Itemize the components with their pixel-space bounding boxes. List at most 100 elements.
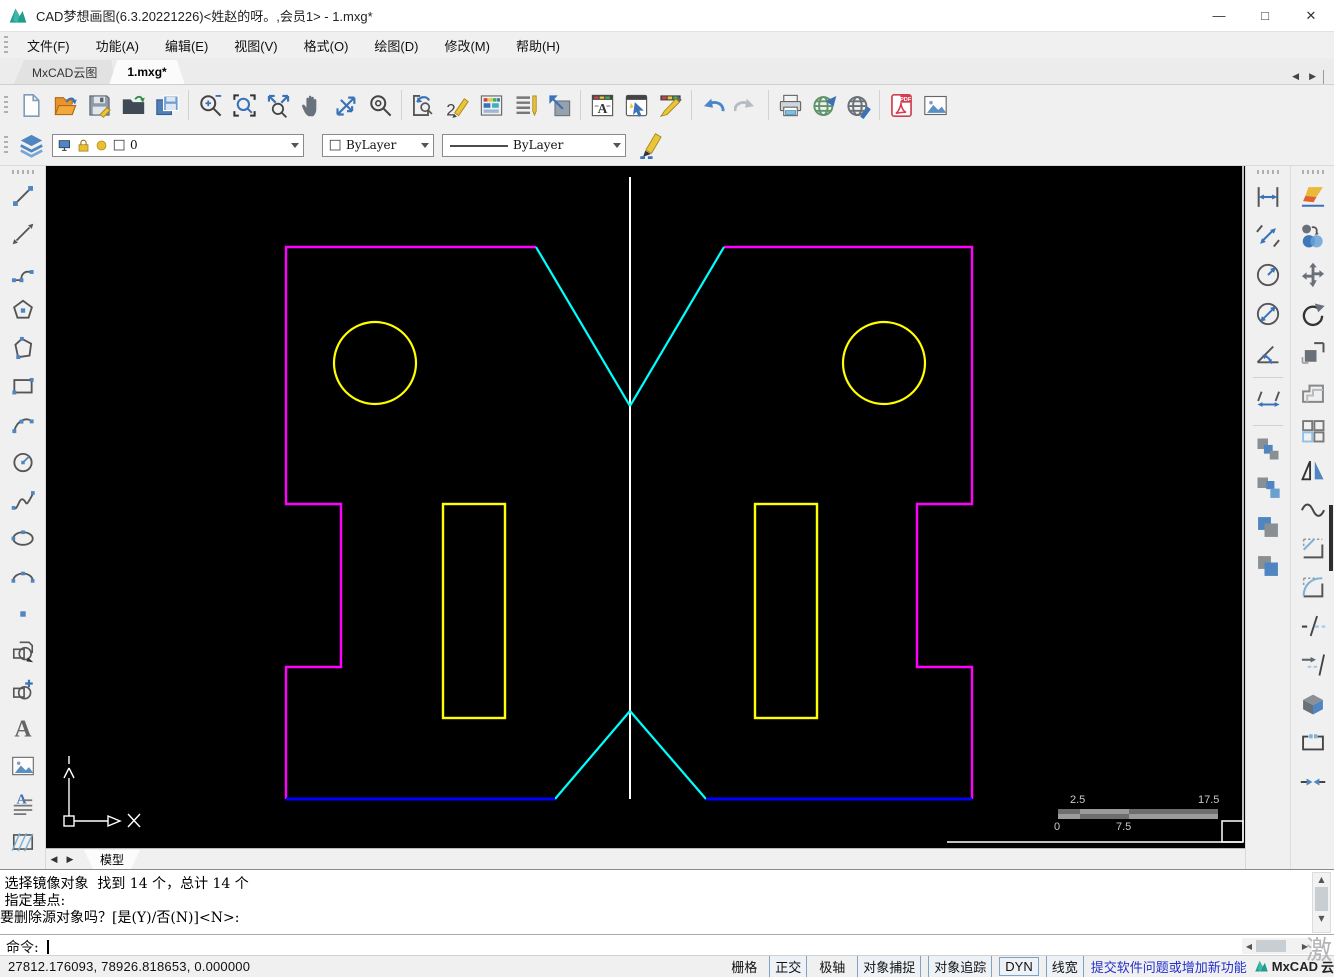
raster-image-button[interactable]	[7, 750, 39, 782]
spline-tool-button[interactable]	[7, 484, 39, 516]
scale-button[interactable]	[1296, 336, 1330, 369]
command-input-scrollbar[interactable]: ◀ ▶	[1242, 938, 1312, 954]
linetype-select[interactable]: ByLayer	[442, 133, 626, 157]
join-button[interactable]	[1296, 765, 1330, 798]
text-style-button[interactable]	[585, 88, 619, 122]
match-properties-button[interactable]	[653, 88, 687, 122]
dim-linear-button[interactable]	[1251, 180, 1285, 213]
command-panel[interactable]: 选择镜像对象 找到 14 个，总计 14 个 指定基点: 要删除源对象吗？[是(…	[0, 869, 1334, 966]
fillet-button[interactable]	[1296, 570, 1330, 603]
cad-entity-right-slot-rect[interactable]	[753, 502, 819, 720]
polygon-irregular-tool-button[interactable]	[7, 332, 39, 364]
toggle-otrack[interactable]: 对象追踪	[928, 956, 993, 977]
dim-continue-button[interactable]	[1251, 384, 1285, 417]
layout-scroll-left-icon[interactable]: ◀	[46, 850, 62, 868]
command-input-line[interactable]: 命令:	[0, 934, 1334, 956]
scroll-down-icon[interactable]: ▼	[1313, 912, 1330, 925]
toolbar-drag-handle[interactable]	[4, 96, 8, 114]
multiline-text-button[interactable]	[7, 788, 39, 820]
mirror-button[interactable]	[1296, 453, 1330, 486]
cad-entity-frame-corner-box[interactable]	[1221, 820, 1244, 843]
new-file-button[interactable]	[14, 88, 48, 122]
array-button[interactable]	[1296, 414, 1330, 447]
polyline-tool-button[interactable]	[7, 256, 39, 288]
construction-line-tool-button[interactable]	[7, 218, 39, 250]
trim-button[interactable]	[1296, 609, 1330, 642]
model-tab[interactable]: 模型	[84, 850, 140, 869]
cad-entity-left-bottom-chamfer[interactable]	[554, 710, 631, 800]
line-tool-button[interactable]	[7, 180, 39, 212]
cad-entity-right-bottom-chamfer[interactable]	[629, 710, 707, 800]
right-panel-scrollbar-thumb[interactable]	[1329, 505, 1333, 571]
copy-button[interactable]	[1296, 219, 1330, 252]
redo-button[interactable]	[730, 88, 764, 122]
save-as-button[interactable]	[150, 88, 184, 122]
cad-entity-left-slot-rect[interactable]	[441, 502, 507, 720]
create-block-button[interactable]	[7, 674, 39, 706]
zoom-dynamic-button[interactable]	[329, 88, 363, 122]
scrollbar-thumb[interactable]	[1256, 940, 1286, 952]
color-palette-button[interactable]	[474, 88, 508, 122]
tab-scroll-left-icon[interactable]: ◀	[1289, 69, 1302, 84]
toggle-lineweight[interactable]: 线宽	[1045, 956, 1084, 977]
break-button[interactable]	[1296, 726, 1330, 759]
web-upload-button[interactable]	[841, 88, 875, 122]
menu-modify[interactable]: 修改(M)	[431, 33, 503, 58]
rectangle-tool-button[interactable]	[7, 370, 39, 402]
zoom-window-button[interactable]	[227, 88, 261, 122]
feedback-link[interactable]: 提交软件问题或增加新功能	[1091, 957, 1247, 976]
zoom-in-out-button[interactable]	[193, 88, 227, 122]
save-button[interactable]	[82, 88, 116, 122]
export-image-button[interactable]	[918, 88, 952, 122]
open-cloud-drawing-button[interactable]	[48, 88, 82, 122]
point-tool-button[interactable]	[7, 598, 39, 630]
pan-button[interactable]	[295, 88, 329, 122]
linetype-manager-button[interactable]	[508, 88, 542, 122]
chamfer-button[interactable]	[1296, 531, 1330, 564]
draw-order-below-button[interactable]	[1251, 549, 1285, 582]
move-button[interactable]	[1296, 258, 1330, 291]
chevron-down-icon[interactable]	[613, 142, 621, 148]
view-previous-button[interactable]	[406, 88, 440, 122]
propsbar-drag-handle[interactable]	[4, 136, 8, 154]
maximize-button[interactable]: □	[1242, 0, 1288, 31]
draw-order-above-button[interactable]	[1251, 510, 1285, 543]
layer-select[interactable]: 0	[52, 133, 304, 157]
draw-tool-button[interactable]	[634, 128, 668, 162]
arc-tool-button[interactable]	[7, 408, 39, 440]
block-manager-button[interactable]	[542, 88, 576, 122]
extend-button[interactable]	[1296, 648, 1330, 681]
scroll-left-icon[interactable]: ◀	[1242, 942, 1256, 951]
open-file-button[interactable]	[116, 88, 150, 122]
draw-toolbar-drag-handle[interactable]	[11, 170, 34, 174]
layer-manager-button[interactable]	[14, 128, 48, 162]
menu-function[interactable]: 功能(A)	[83, 33, 152, 58]
scroll-up-icon[interactable]: ▲	[1313, 873, 1330, 886]
export-pdf-button[interactable]	[884, 88, 918, 122]
draw-order-front-button[interactable]	[1251, 432, 1285, 465]
hatch-button[interactable]	[7, 826, 39, 858]
ellipse-arc-tool-button[interactable]	[7, 560, 39, 592]
menu-file[interactable]: 文件(F)	[14, 33, 83, 58]
polygon-tool-button[interactable]	[7, 294, 39, 326]
layout-scroll-right-icon[interactable]: ▶	[62, 850, 78, 868]
cad-entity-left-top-chamfer[interactable]	[535, 246, 631, 407]
cad-entity-right-hole-circle[interactable]	[841, 320, 927, 406]
menu-draw[interactable]: 绘图(D)	[361, 33, 431, 58]
chevron-down-icon[interactable]	[421, 142, 429, 148]
insert-block-button[interactable]	[7, 636, 39, 668]
toggle-dyn[interactable]: DYN	[999, 957, 1039, 976]
minimize-button[interactable]: —	[1196, 0, 1242, 31]
single-text-button[interactable]	[7, 712, 39, 744]
menu-drag-handle[interactable]	[4, 36, 8, 54]
dim-style-button[interactable]	[619, 88, 653, 122]
draw-order-back-button[interactable]	[1251, 471, 1285, 504]
zoom-extents-button[interactable]	[261, 88, 295, 122]
tab-current-drawing[interactable]: 1.mxg*	[109, 60, 184, 84]
scrollbar-thumb[interactable]	[1315, 887, 1328, 911]
rotate-button[interactable]	[1296, 297, 1330, 330]
close-button[interactable]: ✕	[1288, 0, 1334, 31]
cad-entity-right-part-outline[interactable]	[724, 245, 974, 799]
menu-help[interactable]: 帮助(H)	[503, 33, 573, 58]
undo-button[interactable]	[696, 88, 730, 122]
